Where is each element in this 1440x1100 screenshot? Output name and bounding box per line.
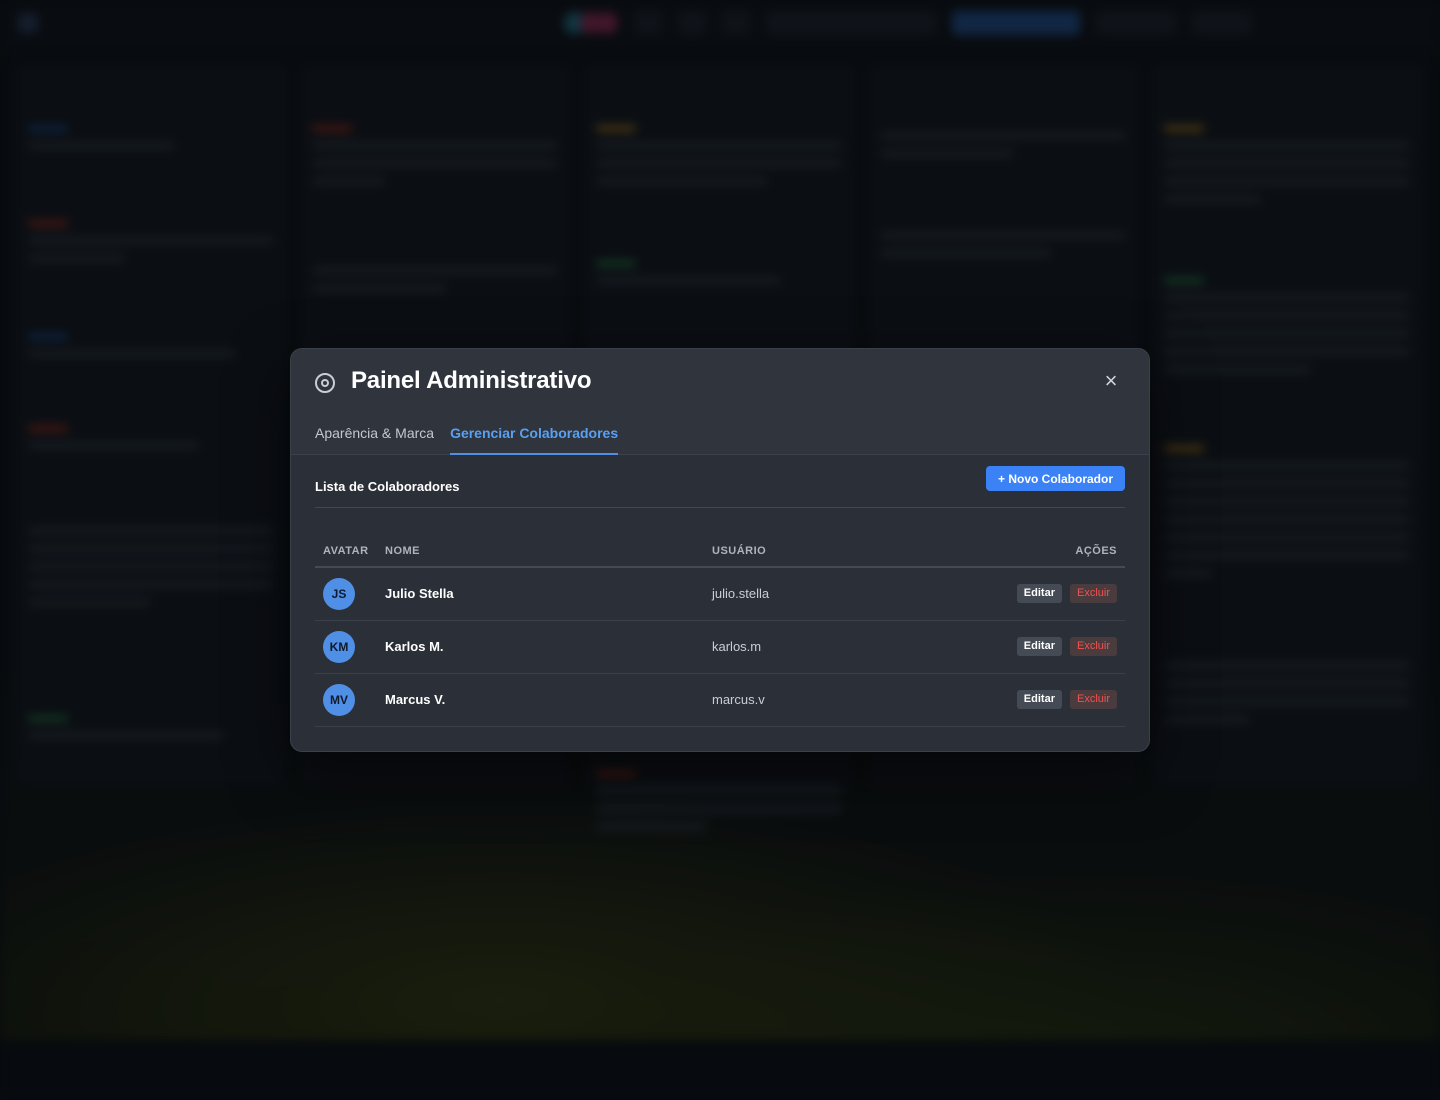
edit-button[interactable]: Editar [1016, 637, 1062, 656]
table-row: KM Karlos M. karlos.m Editar Excluir [315, 620, 1125, 674]
row-actions: Editar Excluir [859, 673, 1125, 727]
collaborator-name: Karlos M. [377, 620, 704, 674]
edit-button[interactable]: Editar [1016, 690, 1062, 709]
avatar: JS [323, 577, 355, 610]
column-header-user: USUÁRIO [704, 535, 860, 568]
collaborator-name: Marcus V. [377, 673, 704, 727]
collaborator-name: Julio Stella [377, 567, 704, 621]
avatar: MV [323, 683, 355, 716]
collaborator-username: julio.stella [704, 567, 860, 621]
collaborators-table: AVATAR NOME USUÁRIO AÇÕES JS Julio Stell… [315, 535, 1125, 727]
delete-button[interactable]: Excluir [1069, 584, 1117, 604]
table-row: MV Marcus V. marcus.v Editar Excluir [315, 673, 1125, 727]
row-actions: Editar Excluir [859, 620, 1125, 674]
column-header-name: NOME [377, 535, 704, 568]
modal-header: Painel Administrativo × [291, 349, 1149, 413]
admin-panel-modal: Painel Administrativo × Aparência & Marc… [290, 348, 1150, 752]
column-header-avatar: AVATAR [315, 535, 377, 568]
column-header-actions: AÇÕES [859, 535, 1125, 568]
new-collaborator-button[interactable]: + Novo Colaborador [985, 466, 1125, 491]
collaborators-panel: Lista de Colaboradores + Novo Colaborado… [291, 455, 1149, 727]
close-button[interactable]: × [1097, 367, 1125, 395]
delete-button[interactable]: Excluir [1069, 690, 1117, 709]
collaborator-username: karlos.m [704, 620, 860, 674]
gear-icon [315, 372, 335, 393]
table-row: JS Julio Stella julio.stella Editar Exclu… [315, 567, 1125, 621]
close-icon: × [1104, 368, 1118, 393]
modal-title: Painel Administrativo [351, 367, 592, 394]
avatar: KM [323, 630, 355, 663]
collaborator-username: marcus.v [704, 673, 860, 727]
list-header: Lista de Colaboradores + Novo Colaborado… [315, 466, 1125, 508]
edit-button[interactable]: Editar [1016, 584, 1062, 604]
list-title: Lista de Colaboradores [315, 479, 460, 494]
tab-manage-collaborators[interactable]: Gerenciar Colaboradores [450, 413, 619, 455]
table-header-row: AVATAR NOME USUÁRIO AÇÕES [315, 535, 1125, 568]
delete-button[interactable]: Excluir [1069, 637, 1117, 656]
row-actions: Editar Excluir [859, 567, 1125, 621]
tab-appearance-brand[interactable]: Aparência & Marca [315, 413, 434, 455]
tab-bar: Aparência & Marca Gerenciar Colaboradore… [291, 413, 1149, 455]
